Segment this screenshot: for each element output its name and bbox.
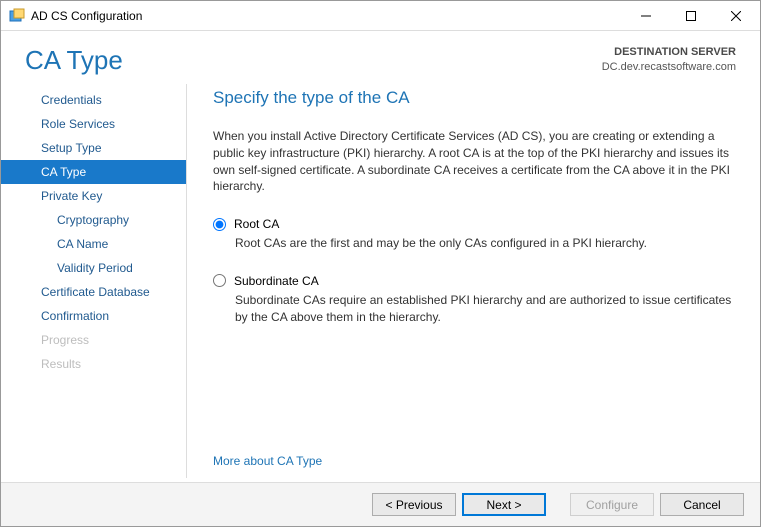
next-button[interactable]: Next >	[462, 493, 546, 516]
destination-info: DESTINATION SERVER DC.dev.recastsoftware…	[602, 45, 736, 76]
sidebar-item-private-key[interactable]: Private Key	[1, 184, 187, 208]
cancel-button[interactable]: Cancel	[660, 493, 744, 516]
sidebar-item-setup-type[interactable]: Setup Type	[1, 136, 187, 160]
sidebar-item-results: Results	[1, 352, 187, 376]
wizard-footer: < Previous Next > Configure Cancel	[1, 482, 760, 526]
configure-button: Configure	[570, 493, 654, 516]
title-bar: AD CS Configuration	[1, 1, 760, 31]
sidebar-item-cryptography[interactable]: Cryptography	[1, 208, 187, 232]
radio-subordinate-ca-label: Subordinate CA	[234, 274, 319, 288]
sidebar-item-validity-period[interactable]: Validity Period	[1, 256, 187, 280]
previous-button[interactable]: < Previous	[372, 493, 456, 516]
radio-root-ca-desc: Root CAs are the first and may be the on…	[235, 235, 732, 252]
content-heading: Specify the type of the CA	[213, 88, 732, 108]
radio-subordinate-ca[interactable]: Subordinate CA	[213, 274, 732, 288]
radio-subordinate-ca-desc: Subordinate CAs require an established P…	[235, 292, 732, 326]
content-pane: Specify the type of the CA When you inst…	[187, 80, 760, 482]
page-title: CA Type	[25, 45, 602, 76]
sidebar-item-role-services[interactable]: Role Services	[1, 112, 187, 136]
sidebar-item-progress: Progress	[1, 328, 187, 352]
radio-subordinate-ca-input[interactable]	[213, 274, 226, 287]
destination-host: DC.dev.recastsoftware.com	[602, 60, 736, 75]
close-button[interactable]	[713, 1, 758, 30]
window-title: AD CS Configuration	[31, 9, 142, 23]
radio-root-ca-label: Root CA	[234, 217, 279, 231]
sidebar-item-certificate-database[interactable]: Certificate Database	[1, 280, 187, 304]
app-icon	[9, 8, 25, 24]
radio-root-ca[interactable]: Root CA	[213, 217, 732, 231]
sidebar-item-ca-type[interactable]: CA Type	[1, 160, 187, 184]
sidebar-item-confirmation[interactable]: Confirmation	[1, 304, 187, 328]
destination-label: DESTINATION SERVER	[602, 45, 736, 60]
maximize-button[interactable]	[668, 1, 713, 30]
sidebar-item-ca-name[interactable]: CA Name	[1, 232, 187, 256]
wizard-window: AD CS Configuration CA Type DESTINATION …	[0, 0, 761, 527]
intro-paragraph: When you install Active Directory Certif…	[213, 128, 732, 195]
header: CA Type DESTINATION SERVER DC.dev.recast…	[1, 31, 760, 80]
more-about-link[interactable]: More about CA Type	[213, 454, 732, 468]
minimize-button[interactable]	[623, 1, 668, 30]
sidebar-item-credentials[interactable]: Credentials	[1, 88, 187, 112]
wizard-steps-sidebar: Credentials Role Services Setup Type CA …	[1, 80, 187, 482]
radio-root-ca-input[interactable]	[213, 218, 226, 231]
